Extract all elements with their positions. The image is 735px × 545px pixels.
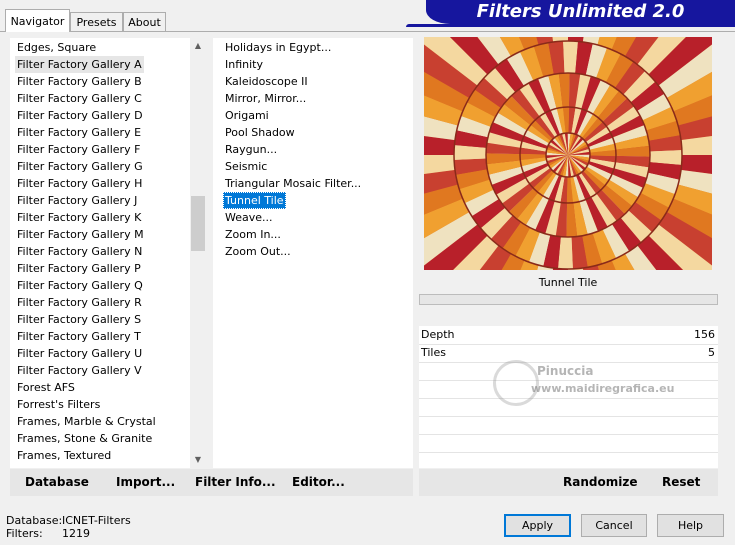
category-item[interactable]: Filter Factory Gallery Q bbox=[15, 277, 145, 294]
category-item[interactable]: Frames, Marble & Crystal bbox=[15, 413, 158, 430]
category-item[interactable]: Filter Factory Gallery U bbox=[15, 345, 144, 362]
category-list[interactable]: Edges, Square Filter Factory Gallery A Fil… bbox=[10, 38, 190, 468]
reset-button[interactable]: Reset bbox=[662, 469, 700, 496]
scrollbar-thumb[interactable] bbox=[191, 196, 205, 251]
category-item[interactable]: Filter Factory Gallery C bbox=[15, 90, 144, 107]
param-depth-value: 156 bbox=[694, 328, 715, 341]
category-item[interactable]: Frames, Stone & Granite bbox=[15, 430, 154, 447]
chevron-down-icon[interactable]: ▼ bbox=[190, 452, 206, 468]
editor-button[interactable]: Editor... bbox=[292, 469, 345, 496]
preview-label: Tunnel Tile bbox=[538, 276, 598, 289]
filter-item[interactable]: Origami bbox=[223, 107, 271, 124]
filter-item[interactable]: Mirror, Mirror... bbox=[223, 90, 308, 107]
category-item[interactable]: Filter Factory Gallery F bbox=[15, 141, 142, 158]
category-item[interactable]: Filter Factory Gallery R bbox=[15, 294, 144, 311]
database-button[interactable]: Database bbox=[25, 469, 89, 496]
status-filters-value: 1219 bbox=[62, 527, 90, 540]
category-item[interactable]: Filter Factory Gallery J bbox=[15, 192, 139, 209]
param-empty-row bbox=[419, 416, 718, 435]
tab-about[interactable]: About bbox=[123, 12, 166, 31]
filter-item[interactable]: Raygun... bbox=[223, 141, 279, 158]
category-item[interactable]: Filter Factory Gallery H bbox=[15, 175, 144, 192]
status-database-label: Database: bbox=[6, 514, 63, 527]
category-item[interactable]: Filter Factory Gallery D bbox=[15, 107, 145, 124]
param-tiles-value: 5 bbox=[708, 346, 715, 359]
left-button-bar: Database Import... Filter Info... Editor… bbox=[10, 469, 413, 496]
filter-item[interactable]: Tunnel Tile bbox=[223, 192, 286, 209]
param-tiles[interactable]: Tiles 5 bbox=[419, 344, 718, 363]
category-item[interactable]: Forest AFS bbox=[15, 379, 77, 396]
cancel-button[interactable]: Cancel bbox=[581, 514, 647, 537]
banner-underline bbox=[406, 24, 735, 27]
watermark-url: www.maidiregrafica.eu bbox=[531, 382, 675, 395]
category-item[interactable]: Filter Factory Gallery G bbox=[15, 158, 145, 175]
parameter-panel[interactable]: Depth 156 Tiles 5 Pinuccia www.maidiregr… bbox=[419, 326, 718, 468]
progress-bar bbox=[419, 294, 718, 305]
filter-item[interactable]: Seismic bbox=[223, 158, 269, 175]
status-filters-label: Filters: bbox=[6, 527, 43, 540]
filter-list[interactable]: Holidays in Egypt... Infinity Kaleidoscope… bbox=[213, 38, 413, 468]
category-item[interactable]: Filter Factory Gallery S bbox=[15, 311, 143, 328]
category-item[interactable]: Filter Factory Gallery A bbox=[15, 56, 144, 73]
param-depth-label: Depth bbox=[421, 328, 455, 341]
category-item[interactable]: Filter Factory Gallery V bbox=[15, 362, 144, 379]
category-scrollbar[interactable]: ▲ ▼ bbox=[190, 38, 206, 468]
tunnel-tile-preview bbox=[424, 37, 712, 270]
category-item[interactable]: Filter Factory Gallery B bbox=[15, 73, 144, 90]
status-database-value: ICNET-Filters bbox=[62, 514, 131, 527]
category-item[interactable]: Frames, Textured bbox=[15, 447, 113, 464]
import-button[interactable]: Import... bbox=[116, 469, 175, 496]
filter-item[interactable]: Kaleidoscope II bbox=[223, 73, 310, 90]
category-item[interactable]: Forrest's Filters bbox=[15, 396, 102, 413]
right-button-bar: Randomize Reset bbox=[419, 469, 718, 496]
category-item[interactable]: Filter Factory Gallery T bbox=[15, 328, 143, 345]
filter-item[interactable]: Pool Shadow bbox=[223, 124, 297, 141]
watermark-name: Pinuccia bbox=[537, 364, 594, 378]
filter-item[interactable]: Infinity bbox=[223, 56, 265, 73]
category-item[interactable]: Edges, Square bbox=[15, 39, 98, 56]
tab-presets[interactable]: Presets bbox=[70, 12, 123, 31]
category-item[interactable]: Filter Factory Gallery P bbox=[15, 260, 143, 277]
category-item[interactable]: Filter Factory Gallery M bbox=[15, 226, 146, 243]
param-empty-row bbox=[419, 434, 718, 453]
tab-navigator[interactable]: Navigator bbox=[5, 9, 70, 32]
filter-item[interactable]: Triangular Mosaic Filter... bbox=[223, 175, 363, 192]
filter-info-button[interactable]: Filter Info... bbox=[195, 469, 276, 496]
param-empty-row bbox=[419, 398, 718, 417]
filter-item[interactable]: Weave... bbox=[223, 209, 275, 226]
randomize-button[interactable]: Randomize bbox=[563, 469, 637, 496]
category-item[interactable]: Filter Factory Gallery E bbox=[15, 124, 143, 141]
help-button[interactable]: Help bbox=[657, 514, 724, 537]
param-depth[interactable]: Depth 156 bbox=[419, 326, 718, 345]
chevron-up-icon[interactable]: ▲ bbox=[190, 38, 206, 54]
param-tiles-label: Tiles bbox=[421, 346, 446, 359]
filter-item[interactable]: Zoom Out... bbox=[223, 243, 293, 260]
filter-item[interactable]: Holidays in Egypt... bbox=[223, 39, 333, 56]
preview-image bbox=[424, 37, 712, 270]
category-item[interactable]: Filter Factory Gallery N bbox=[15, 243, 144, 260]
tab-strip-divider bbox=[0, 31, 735, 32]
apply-button[interactable]: Apply bbox=[504, 514, 571, 537]
filter-item[interactable]: Zoom In... bbox=[223, 226, 283, 243]
category-item[interactable]: Filter Factory Gallery K bbox=[15, 209, 143, 226]
app-banner-title: Filters Unlimited 2.0 bbox=[426, 0, 735, 24]
